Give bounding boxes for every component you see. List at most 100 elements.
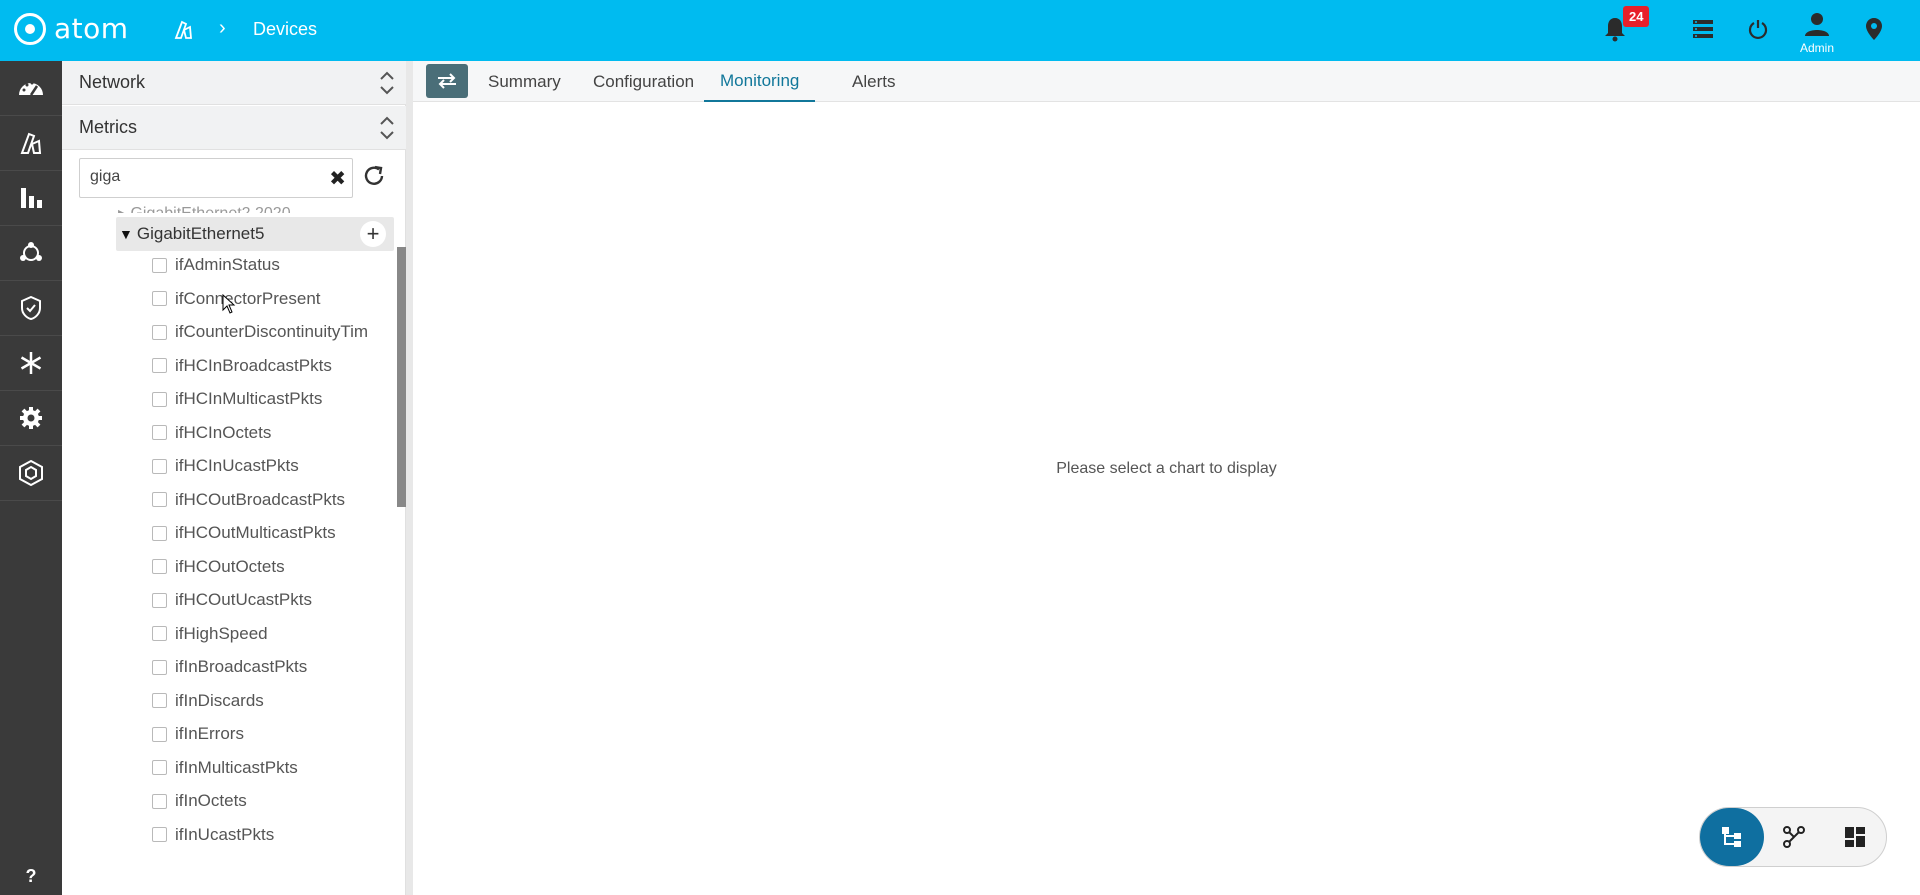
- metric-checkbox[interactable]: [152, 525, 167, 541]
- metrics-search-input[interactable]: [90, 168, 320, 186]
- metric-label: ifAdminStatus: [175, 255, 280, 274]
- tree-item-metric[interactable]: ifHCOutOctets: [152, 555, 392, 579]
- metric-checkbox[interactable]: [152, 592, 167, 608]
- clear-search-icon[interactable]: ✖: [329, 166, 346, 191]
- tree-node-interface[interactable]: ▼ GigabitEthernet5 +: [116, 217, 394, 251]
- tree-item-metric[interactable]: ifConnectorPresent: [152, 287, 392, 311]
- metric-label: ifHCInMulticastPkts: [175, 389, 323, 408]
- graph-view-button[interactable]: [1763, 808, 1825, 866]
- toggle-panel-button[interactable]: [426, 64, 468, 98]
- metric-checkbox[interactable]: [152, 425, 167, 440]
- list-view-button[interactable]: [1688, 14, 1718, 44]
- tree-item-metric[interactable]: ifInErrors: [152, 722, 392, 746]
- metric-checkbox[interactable]: [152, 659, 167, 675]
- metric-checkbox[interactable]: [152, 492, 167, 507]
- tree-node-label: GigabitEthernet5: [136, 224, 265, 243]
- tab-configuration[interactable]: Configuration: [593, 61, 694, 102]
- tab-alerts[interactable]: Alerts: [852, 61, 895, 102]
- metric-label: ifHCOutOctets: [175, 556, 285, 576]
- metric-checkbox[interactable]: [152, 559, 167, 574]
- tree-item-metric[interactable]: ifInOctets: [152, 789, 392, 813]
- tree-item-metric[interactable]: ifHCOutUcastPkts: [152, 588, 392, 612]
- tree-item-metric[interactable]: ifHCInUcastPkts: [152, 454, 392, 478]
- dashboard-view-icon: [1845, 827, 1865, 847]
- nav-snowflake[interactable]: [0, 336, 62, 391]
- server-list-icon: [1693, 20, 1713, 38]
- tab-monitoring[interactable]: Monitoring: [704, 61, 816, 102]
- breadcrumb-current: Devices: [253, 19, 318, 39]
- tab-summary[interactable]: Summary: [488, 61, 561, 102]
- tree-item-metric[interactable]: ifHCOutMulticastPkts: [152, 521, 392, 545]
- metric-checkbox[interactable]: [152, 726, 167, 742]
- metric-label: ifInBroadcastPkts: [175, 657, 308, 676]
- metric-checkbox[interactable]: [152, 626, 167, 641]
- tree-item-metric[interactable]: ifInMulticastPkts: [152, 756, 392, 780]
- metrics-section-title: Metrics: [79, 117, 137, 137]
- location-pin-icon: [1866, 18, 1882, 40]
- atom-logo[interactable]: atom: [14, 12, 129, 45]
- mouse-cursor-icon: [222, 294, 236, 314]
- metric-checkbox[interactable]: [152, 458, 167, 474]
- tree-item-metric[interactable]: ifHighSpeed: [152, 622, 392, 646]
- tree-item-metric[interactable]: ifInDiscards: [152, 689, 392, 713]
- devices-breadcrumb-icon[interactable]: [171, 18, 195, 42]
- nav-analytics[interactable]: [0, 171, 62, 226]
- metric-label: ifHCOutBroadcastPkts: [175, 489, 346, 509]
- tree-item-metric[interactable]: ifHCInBroadcastPkts: [152, 354, 392, 378]
- graph-view-icon: [1783, 826, 1805, 848]
- main-content: Summary Configuration Monitoring Alerts …: [406, 61, 1920, 895]
- metric-checkbox[interactable]: [152, 291, 167, 306]
- metric-label: ifInOctets: [175, 791, 247, 810]
- tree-item-metric[interactable]: ifAdminStatus: [152, 253, 392, 277]
- metric-label: ifHCInUcastPkts: [175, 456, 299, 475]
- tree-item-metric[interactable]: ifCounterDiscontinuityTim: [152, 320, 392, 344]
- power-icon: [1748, 20, 1768, 40]
- user-menu[interactable]: Admin: [1795, 12, 1839, 55]
- metric-label: ifHCInBroadcastPkts: [175, 355, 332, 375]
- metric-label: ifInUcastPkts: [175, 824, 275, 844]
- metric-checkbox[interactable]: [152, 324, 167, 340]
- tree-scrollbar-thumb[interactable]: [397, 247, 406, 507]
- tree-item-metric[interactable]: ifHCOutBroadcastPkts: [152, 488, 392, 512]
- packages-icon: [19, 460, 43, 486]
- snowflake-icon: [20, 352, 42, 374]
- refresh-icon[interactable]: [359, 161, 389, 191]
- nav-security[interactable]: [0, 281, 62, 336]
- analytics-icon: [21, 188, 42, 208]
- metric-label: ifConnectorPresent: [175, 288, 321, 308]
- nav-settings[interactable]: [0, 391, 62, 446]
- metric-label: ifHCInOctets: [175, 422, 272, 442]
- metric-checkbox[interactable]: [152, 358, 167, 373]
- metric-checkbox[interactable]: [152, 391, 167, 407]
- metric-checkbox[interactable]: [152, 793, 167, 809]
- tree-item-metric[interactable]: ifHCInMulticastPkts: [152, 387, 392, 411]
- power-button[interactable]: [1743, 14, 1773, 44]
- dashboard-view-button[interactable]: [1824, 808, 1886, 866]
- nav-dashboard[interactable]: [0, 61, 62, 116]
- tree-item-metric[interactable]: ifHCInOctets: [152, 421, 392, 445]
- metrics-section-header[interactable]: Metrics: [62, 106, 406, 150]
- metrics-search-box: ✖: [79, 158, 353, 198]
- metric-checkbox[interactable]: [152, 760, 167, 775]
- network-section-title: Network: [79, 72, 146, 92]
- swap-arrows-icon: [438, 73, 456, 89]
- tree-item-metric[interactable]: ifInBroadcastPkts: [152, 655, 392, 679]
- caret-down-icon[interactable]: ▼: [119, 226, 133, 242]
- breadcrumb-separator-icon: ›: [219, 17, 226, 39]
- metric-checkbox[interactable]: [152, 257, 167, 273]
- location-button[interactable]: [1859, 14, 1889, 44]
- help-button[interactable]: ?: [0, 856, 62, 895]
- tree-view-button[interactable]: [1700, 808, 1764, 866]
- empty-chart-message: Please select a chart to display: [1056, 460, 1277, 477]
- nav-topology[interactable]: [0, 226, 62, 281]
- network-section-header[interactable]: Network: [62, 61, 406, 105]
- topology-icon: [20, 242, 42, 261]
- add-icon[interactable]: +: [360, 221, 386, 247]
- expand-collapse-icon: [380, 71, 394, 95]
- metric-checkbox[interactable]: [152, 827, 167, 842]
- metric-checkbox[interactable]: [152, 693, 167, 708]
- nav-packages[interactable]: [0, 446, 62, 501]
- nav-devices[interactable]: [0, 116, 62, 171]
- view-switcher: [1699, 807, 1887, 867]
- tree-item-metric[interactable]: ifInUcastPkts: [152, 823, 392, 847]
